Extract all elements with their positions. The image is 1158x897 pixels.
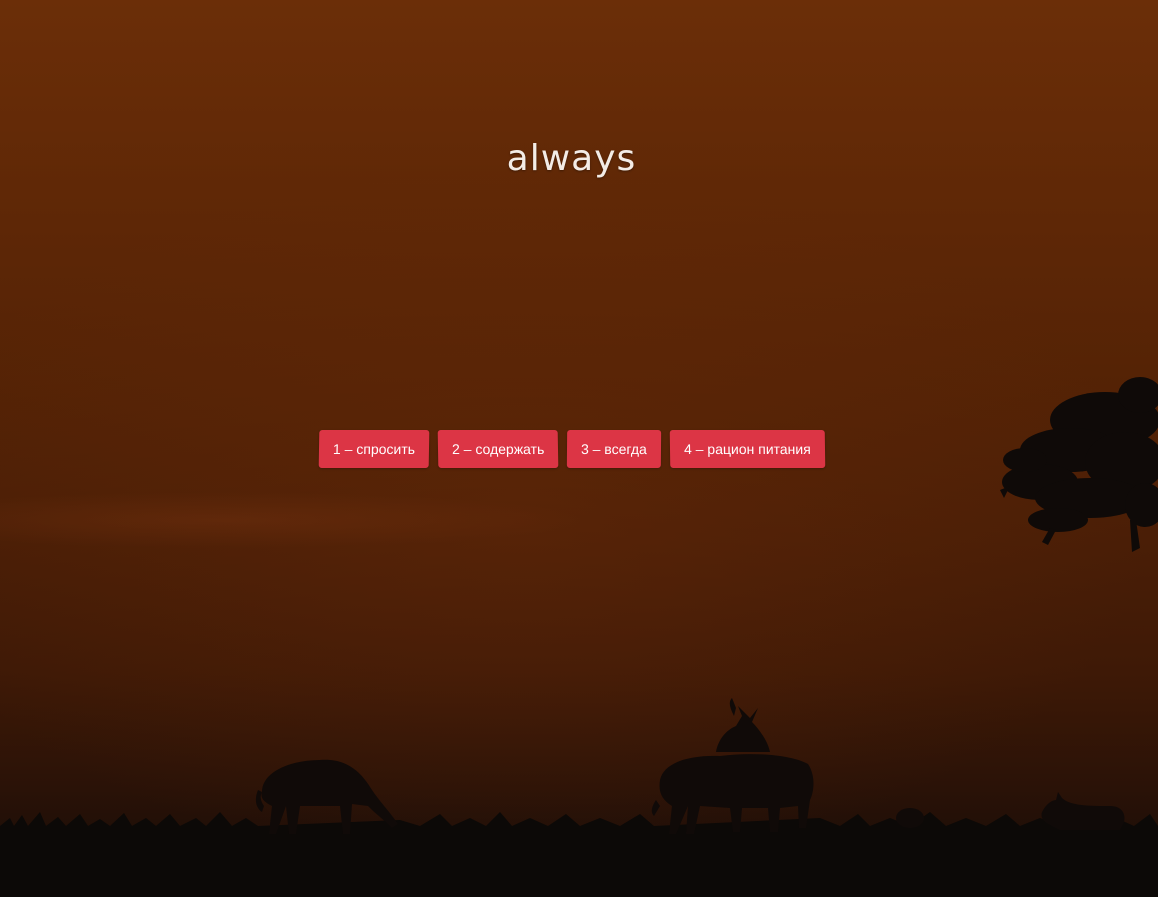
page-title: always [506, 138, 637, 179]
option-button-3[interactable]: 3 – всегда [566, 430, 661, 468]
antelope-silhouette-right [1041, 792, 1125, 830]
animal-silhouette-small [896, 808, 924, 828]
page-background: always 1 – спросить 2 – содержать 3 – вс… [0, 0, 1158, 897]
option-button-2[interactable]: 2 – содержать [437, 430, 559, 468]
word-options: 1 – спросить 2 – содержать 3 – всегда 4 … [0, 430, 1143, 468]
option-button-1[interactable]: 1 – спросить [318, 430, 429, 468]
option-button-4[interactable]: 4 – рацион питания [669, 430, 825, 468]
grass-ground [0, 812, 1158, 897]
